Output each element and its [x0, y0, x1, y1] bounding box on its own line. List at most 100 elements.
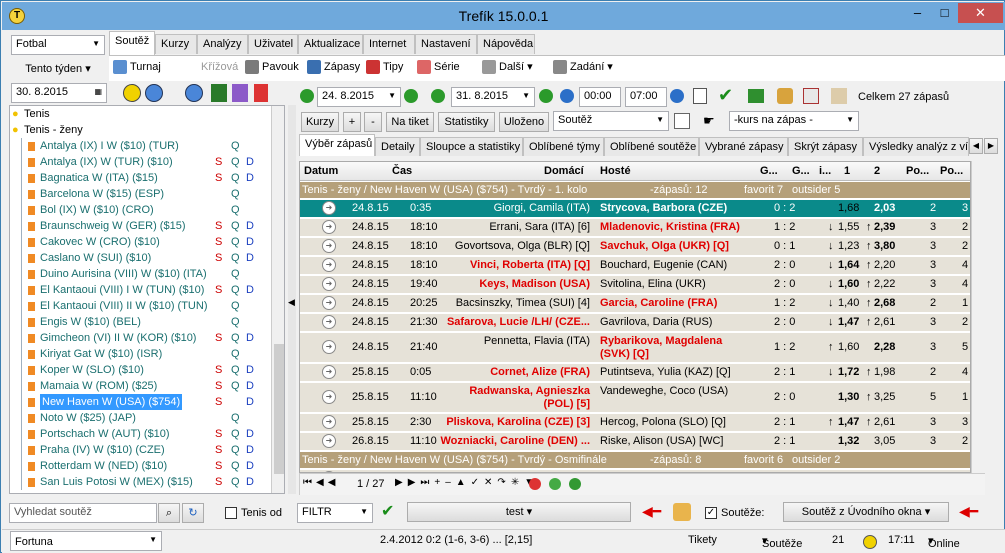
filter-check-icon[interactable]: ✔ [381, 501, 394, 521]
tab-4[interactable]: Aktualizace [298, 34, 363, 54]
filtr-select[interactable]: FILTR ▼ [297, 503, 373, 523]
tree-item[interactable]: Kiriyat Gat W ($10) (ISR) Q [10, 346, 284, 362]
to-time-input[interactable]: 07:00 [625, 87, 667, 107]
pavouk-button[interactable]: Pavouk [245, 59, 299, 75]
minus-button[interactable]: - [364, 112, 382, 132]
zadani-button[interactable]: Zadání ▾ [553, 59, 613, 75]
magnifier-icon[interactable] [831, 88, 847, 104]
table-row[interactable]: ➜ 25.8.15 0:05 Cornet, Alize (FRA) Putintsev… [300, 364, 970, 382]
tree-root-1[interactable]: ● Tenis - ženy [10, 122, 284, 138]
table-row[interactable]: ➜ 24.8.15 19:40 Keys, Madison (USA) Svitolin… [300, 276, 970, 294]
status-tikety[interactable]: Tikety [688, 534, 717, 546]
clear-filter-icon[interactable] [529, 478, 541, 490]
sport-select[interactable]: Fotbal ▼ [11, 35, 105, 55]
arrow-left-icon[interactable]: ◀━ [642, 503, 661, 520]
tenis-od-checkbox[interactable] [225, 507, 237, 519]
table-row[interactable]: ➜ 24.8.15 21:40 Pennetta, Flavia (ITA) Rybar… [300, 333, 970, 363]
tree-item[interactable]: Barcelona W ($15) (ESP) Q [10, 186, 284, 202]
table-row[interactable]: ➜ 24.8.15 0:35 Giorgi, Camila (ITA) Strycova… [300, 200, 970, 218]
bookmaker-select[interactable]: Fortuna ▼ [10, 531, 162, 551]
prev-to-date-icon[interactable] [431, 89, 445, 103]
subtab-6[interactable]: Skrýt zápasy [788, 137, 863, 156]
subtab-4[interactable]: Oblíbené soutěže [604, 137, 699, 156]
tabs-scroll-right[interactable]: ▶ [984, 138, 998, 154]
reset-search-button[interactable]: ↻ [182, 503, 204, 523]
forward-icon[interactable] [185, 84, 203, 102]
euro-icon[interactable] [748, 89, 764, 103]
tab-5[interactable]: Internet [363, 34, 415, 54]
grid-vscrollbar[interactable] [971, 161, 985, 473]
pager-first-prev-icons[interactable]: ⏮◀◀ [303, 477, 339, 488]
col-1[interactable]: 1 [844, 165, 850, 177]
tree-item[interactable]: New Haven W (USA) ($754) S D [10, 394, 284, 410]
row-expand-icon[interactable]: ➜ [322, 296, 336, 310]
refresh-icon[interactable] [145, 84, 163, 102]
pager-next-last-icons[interactable]: ▶▶⏭+–▲✓✕↷✳▼ [395, 477, 539, 488]
group-header[interactable]: Tenis - ženy / New Haven W (USA) ($754) … [300, 452, 970, 468]
dalsi-button[interactable]: Další ▾ [482, 59, 533, 75]
tree-item[interactable]: Praha (IV) W ($10) (CZE) S Q D [10, 442, 284, 458]
tree-item[interactable]: Engis W ($10) (BEL) Q [10, 314, 284, 330]
tree-item[interactable]: Mamaia W (ROM) ($25) S Q D [10, 378, 284, 394]
tree-item[interactable]: Bol (IX) W ($10) (CRO) Q [10, 202, 284, 218]
row-expand-icon[interactable]: ➜ [322, 220, 336, 234]
col-g1[interactable]: G... [760, 165, 778, 177]
table-row[interactable]: ➜ 26.8.15 11:10 Wozniacki, Caroline (DEN) .… [300, 433, 970, 451]
row-expand-icon[interactable]: ➜ [322, 434, 336, 448]
arrow-left-red-icon[interactable]: ◀━ [959, 503, 978, 520]
status-souteze-dropdown[interactable]: Soutěže ▾ [762, 534, 802, 550]
souteze-checkbox[interactable]: ✓ [705, 507, 717, 519]
tab-6[interactable]: Nastavení [415, 34, 477, 54]
serie-button[interactable]: Série [417, 59, 460, 75]
col-2[interactable]: 2 [874, 165, 880, 177]
apply-filter-icon[interactable] [549, 478, 561, 490]
print-icon[interactable] [693, 88, 707, 104]
books-icon[interactable] [232, 84, 248, 102]
to-date-picker[interactable]: 31. 8.2015 ▼ [451, 87, 535, 107]
tree-item[interactable]: Antalya (IX) W (TUR) ($10) S Q D [10, 154, 284, 170]
close-button[interactable]: ✕ [958, 3, 1003, 23]
subtab-0[interactable]: Výběr zápasů [299, 134, 375, 156]
maximize-button[interactable]: □ [931, 3, 958, 23]
tab-7[interactable]: Nápověda [477, 34, 535, 54]
table-row[interactable]: ➜ 24.8.15 21:30 Safarova, Lucie /LH/ (CZE..… [300, 314, 970, 332]
person-icon[interactable] [673, 503, 691, 521]
table-row[interactable]: ➜ 24.8.15 18:10 Vinci, Roberta (ITA) [Q] Bou… [300, 257, 970, 275]
table-row[interactable]: ➜ 24.8.15 18:10 Errani, Sara (ITA) [6] Mlade… [300, 219, 970, 237]
tree-item[interactable]: San Luis Potosi W (MEX) ($15) S Q D [10, 474, 284, 490]
next-date-icon[interactable] [404, 89, 418, 103]
zapasy-button[interactable]: Zápasy [307, 59, 360, 75]
search-button[interactable]: ⌕ [158, 503, 180, 523]
table-row[interactable]: ➜ 25.8.15 2:30 Pliskova, Karolina (CZE) [3]… [300, 414, 970, 432]
row-expand-icon[interactable]: ➜ [322, 415, 336, 429]
time-icon[interactable] [560, 89, 574, 103]
table-row[interactable]: ➜ 24.8.15 20:25 Bacsinszky, Timea (SUI) [4]… [300, 295, 970, 313]
plus-button[interactable]: + [343, 112, 361, 132]
statistiky-button[interactable]: Statistiky [438, 112, 495, 132]
col-domaci[interactable]: Domácí [544, 165, 584, 177]
tree-item[interactable]: El Kantaoui (VIII) I W (TUN) ($10) S Q D [10, 282, 284, 298]
col-cas[interactable]: Čas [392, 165, 412, 177]
tree-item[interactable]: El Kantaoui (VIII) II W ($10) (TUN) Q [10, 298, 284, 314]
row-expand-icon[interactable]: ➜ [322, 315, 336, 329]
tree-item[interactable]: Caslano W (SUI) ($10) S Q D [10, 250, 284, 266]
date-picker[interactable]: 30. 8.2015 ▦ [11, 83, 107, 103]
row-expand-icon[interactable]: ➜ [322, 340, 336, 354]
test-dropdown[interactable]: test ▾ [407, 502, 631, 522]
row-expand-icon[interactable]: ➜ [322, 365, 336, 379]
row-expand-icon[interactable]: ➜ [322, 277, 336, 291]
tree-scrollbar[interactable] [271, 106, 284, 493]
row-expand-icon[interactable]: ➜ [322, 239, 336, 253]
from-date-picker[interactable]: 24. 8.2015 ▼ [317, 87, 401, 107]
today-icon[interactable] [123, 84, 141, 102]
reload-icon[interactable] [569, 478, 581, 490]
soutez-select[interactable]: Soutěž ▼ [553, 111, 669, 131]
group-header[interactable]: Tenis - ženy / New Haven W (USA) ($754) … [300, 182, 970, 198]
tab-3[interactable]: Uživatel [248, 34, 298, 54]
tree-item[interactable]: Noto W ($25) (JAP) Q [10, 410, 284, 426]
settings-icon[interactable] [211, 84, 227, 102]
subtab-1[interactable]: Detaily [375, 137, 420, 156]
kurzy-button[interactable]: Kurzy [301, 112, 339, 132]
minimize-button[interactable]: – [904, 3, 931, 23]
hand-icon[interactable] [777, 88, 793, 104]
